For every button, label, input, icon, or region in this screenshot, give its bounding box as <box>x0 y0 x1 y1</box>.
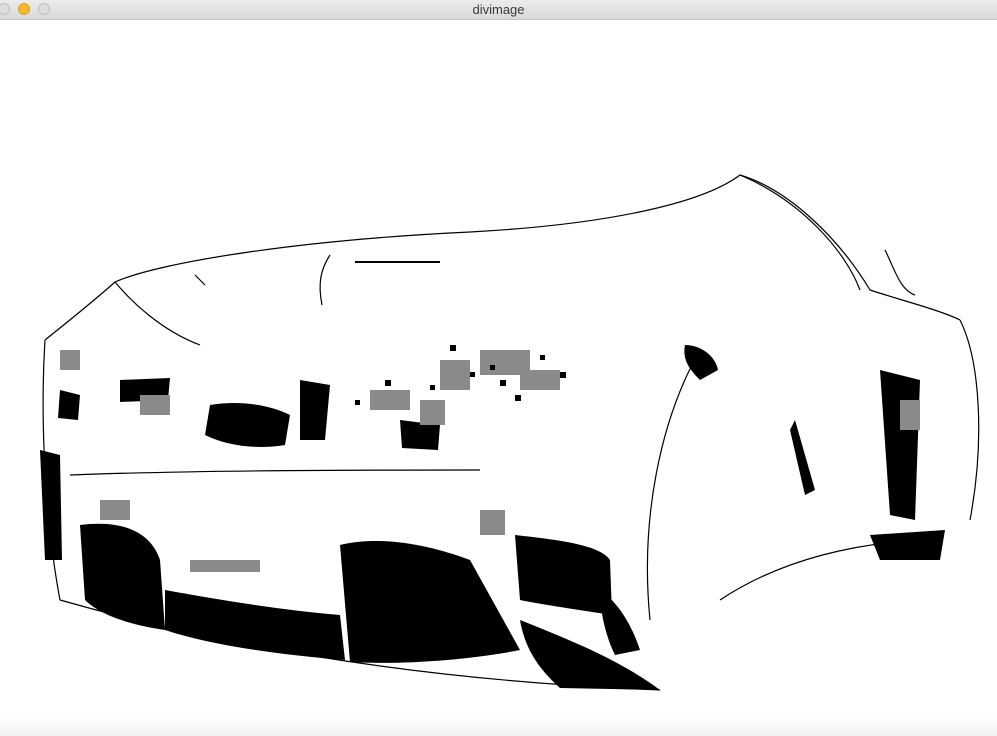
car-front-icon <box>40 174 980 691</box>
app-window: divimage <box>0 0 997 736</box>
window-title: divimage <box>472 2 525 17</box>
title-bar[interactable]: divimage <box>0 0 997 20</box>
image-canvas <box>0 20 997 726</box>
window-bottom-edge <box>0 718 997 736</box>
gray-texture <box>60 350 920 572</box>
